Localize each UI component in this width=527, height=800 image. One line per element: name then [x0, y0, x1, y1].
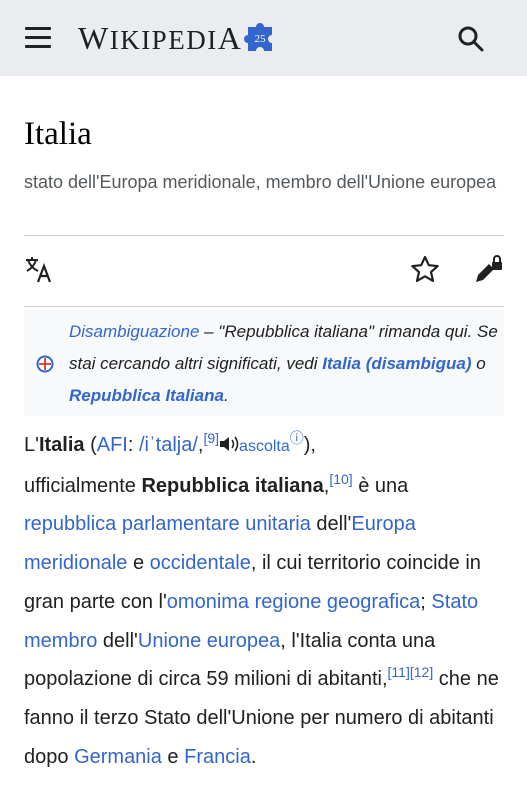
article-lead-paragraph: L'Italia (AFI: /iˈtalja/,[9] ascoltaⓘ), uf…	[24, 426, 504, 776]
text-run: ),	[303, 434, 316, 456]
listen-audio-link[interactable]: ascolta	[239, 438, 290, 455]
bold-title-italia: Italia	[38, 434, 85, 456]
speaker-icon[interactable]	[219, 435, 239, 453]
text-run: è una	[352, 474, 409, 497]
hatnote-text-part: .	[223, 386, 229, 405]
occidentale-link[interactable]: occidentale	[150, 552, 251, 574]
repubblica-italiana-link[interactable]: Repubblica Italiana	[69, 386, 224, 405]
text-run: dell'	[97, 629, 138, 652]
disambiguation-hatnote: Disambiguazione – "Repubblica italiana" …	[24, 310, 504, 416]
page-actions	[24, 254, 504, 288]
reference-12[interactable]: [12]	[410, 664, 433, 680]
regione-geografica-link[interactable]: omonima regione geografica	[167, 591, 421, 613]
ipa-pronunciation-link[interactable]: /iˈtalja/	[139, 434, 198, 456]
text-run: L'	[24, 434, 39, 456]
text-run: :	[127, 434, 139, 456]
divider-bottom	[24, 306, 504, 307]
watch-button[interactable]	[409, 254, 441, 286]
search-icon	[458, 26, 484, 52]
wikipedia-logo[interactable]: WIKIPEDIA 25	[78, 18, 278, 58]
bold-official-name: Repubblica italiana	[141, 474, 324, 497]
hamburger-icon-bar-bottom	[25, 45, 51, 48]
search-button[interactable]	[456, 24, 486, 54]
afi-link[interactable]: AFI	[97, 434, 128, 456]
text-run: e	[161, 745, 185, 768]
hamburger-icon-bar-middle	[25, 36, 51, 39]
text-run: (	[84, 434, 97, 456]
text-run: .	[250, 745, 257, 768]
repubblica-parlamentare-link[interactable]: repubblica parlamentare unitaria	[24, 513, 311, 535]
hamburger-icon-bar-top	[25, 27, 51, 30]
audio-info-icon[interactable]: ⓘ	[290, 430, 304, 446]
francia-link[interactable]: Francia	[184, 746, 251, 768]
text-run: dell'	[310, 513, 352, 536]
germania-link[interactable]: Germania	[74, 746, 162, 768]
edit-protected-button[interactable]	[472, 254, 504, 286]
reference-9[interactable]: [9]	[203, 430, 219, 446]
puzzle-badge-text: 25	[255, 33, 267, 45]
title-block: Italia stato dell'Europa meridionale, me…	[24, 112, 504, 196]
disambiguation-icon	[36, 355, 54, 373]
reference-11[interactable]: [11]	[388, 664, 410, 680]
divider-top	[24, 235, 504, 236]
italia-disambigua-link[interactable]: Italia (disambigua)	[322, 354, 471, 373]
wikipedia-wordmark: WIKIPEDIA	[78, 19, 243, 56]
text-run: ufficialmente	[24, 474, 142, 497]
main-menu-button[interactable]	[22, 24, 54, 52]
language-button[interactable]	[24, 254, 56, 286]
unione-europea-link[interactable]: Unione europea	[138, 630, 280, 652]
text-run: ;	[420, 590, 432, 613]
hatnote-text-part: o	[471, 354, 486, 373]
hatnote-text: Disambiguazione – "Repubblica italiana" …	[69, 316, 499, 412]
text-run: e	[127, 552, 150, 575]
top-header: WIKIPEDIA 25	[0, 0, 527, 76]
page-title: Italia	[24, 116, 92, 152]
star-icon	[411, 255, 439, 282]
disambiguation-link[interactable]: Disambiguazione	[69, 322, 199, 341]
reference-10[interactable]: [10]	[329, 471, 352, 487]
translate-icon	[26, 257, 52, 283]
page-subtitle: stato dell'Europa meridionale, membro de…	[24, 172, 497, 192]
edit-lock-icon	[476, 255, 502, 282]
puzzle-piece-25-icon: 25	[244, 23, 273, 51]
